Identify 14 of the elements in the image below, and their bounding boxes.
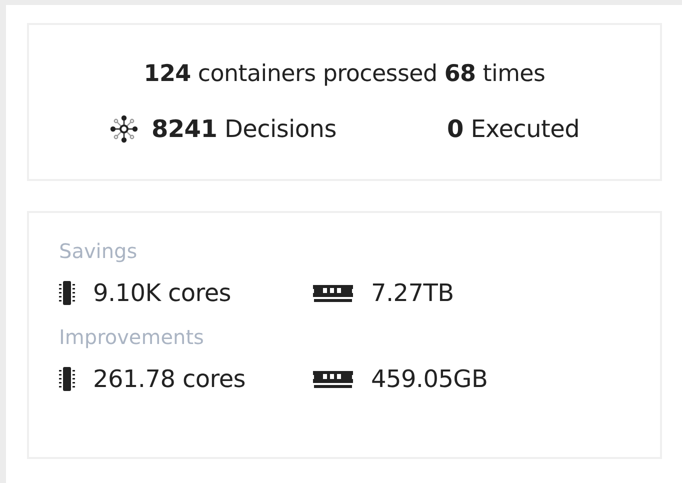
resource-value: 7.27TB	[371, 278, 454, 309]
section-title: Improvements	[59, 325, 205, 349]
memory-icon	[313, 369, 353, 389]
chip-icon	[59, 366, 75, 392]
memory-icon	[313, 283, 353, 303]
section-title: Savings	[59, 239, 138, 263]
summary-text: 124 containers processed 68 times	[144, 60, 546, 89]
chip-icon	[59, 280, 75, 306]
network-icon	[110, 115, 138, 144]
resource-value: 459.05GB	[371, 364, 488, 395]
decisions-count: 8241 Decisions	[152, 114, 336, 146]
resource-value: 261.78 cores	[93, 364, 246, 395]
executed-count: 0 Executed	[446, 114, 580, 146]
resource-value: 9.10K cores	[93, 278, 231, 309]
